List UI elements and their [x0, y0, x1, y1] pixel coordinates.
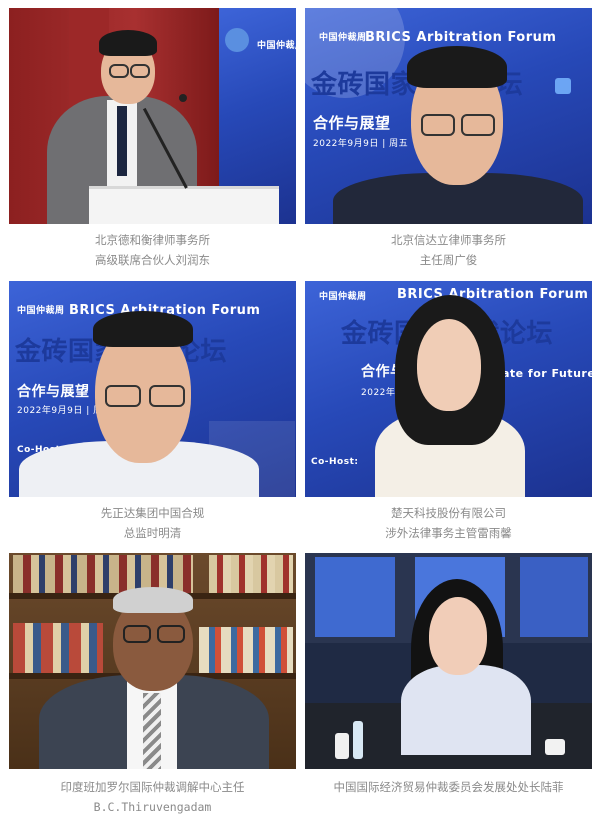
- speaker-photo-6: [305, 553, 592, 769]
- caption-3-line-2: 总监时明清: [123, 526, 182, 540]
- caption-3-line-1: 先正达集团中国合规: [100, 506, 205, 520]
- caption-2-line-2: 主任周广俊: [419, 253, 478, 267]
- caption-3: 先正达集团中国合规 总监时明清: [9, 503, 296, 543]
- caption-2-line-1: 北京信达立律师事务所: [391, 233, 506, 247]
- caption-5: 印度班加罗尔国际仲裁调解中心主任 B.C.Thiruvengadam: [9, 777, 296, 817]
- caption-5-line-2: B.C.Thiruvengadam: [93, 800, 212, 814]
- caption-5-line-1: 印度班加罗尔国际仲裁调解中心主任: [60, 780, 245, 794]
- caption-6-line-1: 中国国际经济贸易仲裁委员会发展处处长陆菲: [333, 780, 564, 794]
- speaker-photo-1: 中国仲裁周: [9, 8, 296, 224]
- caption-1: 北京德和衡律师事务所 高级联席合伙人刘润东: [9, 230, 296, 270]
- speaker-photo-2: 中国仲裁周 BRICS Arbitration Forum 金砖国家仲裁论坛 合…: [305, 8, 592, 224]
- caption-2: 北京信达立律师事务所 主任周广俊: [305, 230, 592, 270]
- caption-1-line-1: 北京德和衡律师事务所: [95, 233, 210, 247]
- caption-4: 楚天科技股份有限公司 涉外法律事务主管雷雨馨: [305, 503, 592, 543]
- caption-6: 中国国际经济贸易仲裁委员会发展处处长陆菲: [305, 777, 592, 797]
- caption-1-line-2: 高级联席合伙人刘润东: [95, 253, 210, 267]
- speaker-photo-3: 中国仲裁周 BRICS Arbitration Forum 金砖国家仲裁论坛 合…: [9, 281, 296, 497]
- caption-4-line-1: 楚天科技股份有限公司: [391, 506, 506, 520]
- speaker-photo-4: 中国仲裁周 BRICS Arbitration Forum 金砖国家仲裁论坛 合…: [305, 281, 592, 497]
- speaker-photo-5: [9, 553, 296, 769]
- caption-4-line-2: 涉外法律事务主管雷雨馨: [385, 526, 512, 540]
